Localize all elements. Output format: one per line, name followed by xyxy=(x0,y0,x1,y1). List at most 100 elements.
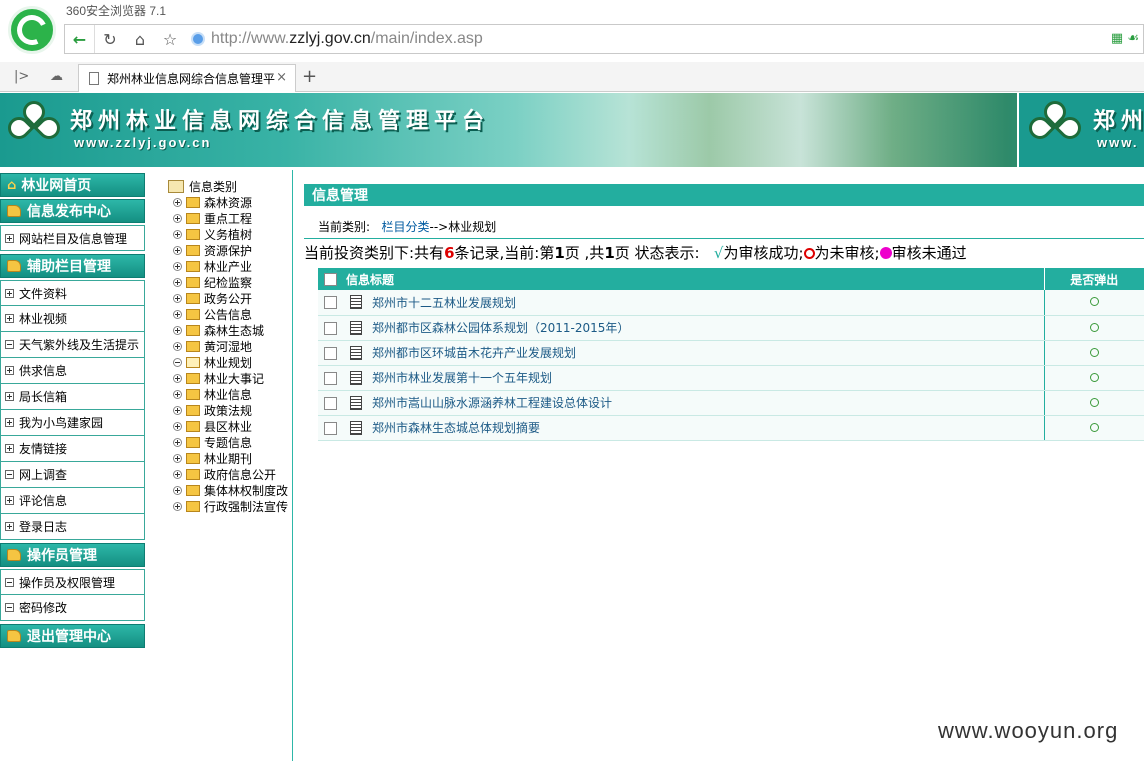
nav-item-birds[interactable]: 我为小鸟建家园 xyxy=(0,410,145,436)
tree-item[interactable]: 县区林业 xyxy=(168,418,292,434)
left-nav: ⌂ 林业网首页 信息发布中心 网站栏目及信息管理 辅助栏目管理 文件资料 林业视频… xyxy=(0,173,145,650)
tree-item[interactable]: 政务公开 xyxy=(168,290,292,306)
nav-item-password[interactable]: 密码修改 xyxy=(0,595,145,621)
select-all-checkbox[interactable] xyxy=(323,273,337,286)
dot-icon xyxy=(879,247,892,259)
tree-item[interactable]: 黄河湿地 xyxy=(168,338,292,354)
folder-icon xyxy=(186,260,200,272)
site-title: 郑州林业信息网综合信息管理平台 xyxy=(70,108,491,134)
tree-item[interactable]: 义务植树 xyxy=(168,226,292,242)
tree-item[interactable]: 公告信息 xyxy=(168,306,292,322)
tree-item[interactable]: 林业大事记 xyxy=(168,370,292,386)
browser-tab[interactable]: 郑州林业信息网综合信息管理平 × xyxy=(78,64,296,92)
row-checkbox[interactable] xyxy=(323,346,337,360)
refresh-icon[interactable]: ↻ xyxy=(95,25,125,53)
tree-item[interactable]: 森林生态城 xyxy=(168,322,292,338)
nav-item-mailbox[interactable]: 局长信箱 xyxy=(0,384,145,410)
cloud-icon[interactable]: ☁ xyxy=(50,69,63,84)
tree-item[interactable]: 森林资源 xyxy=(168,194,292,210)
popup-status-icon[interactable] xyxy=(1089,297,1099,307)
nav-item-weather[interactable]: 天气紫外线及生活提示 xyxy=(0,332,145,358)
row-checkbox[interactable] xyxy=(323,321,337,335)
row-checkbox[interactable] xyxy=(323,421,337,435)
nav-item-survey[interactable]: 网上调查 xyxy=(0,462,145,488)
tree-item[interactable]: 政府信息公开 xyxy=(168,466,292,482)
globe-icon xyxy=(191,32,205,46)
nav-item-comments[interactable]: 评论信息 xyxy=(0,488,145,514)
page-icon xyxy=(89,72,99,85)
info-title-link[interactable]: 郑州都市区环城苗木花卉产业发展规划 xyxy=(372,346,576,360)
site-logo-repeat xyxy=(1024,96,1086,159)
tree-item[interactable]: 重点工程 xyxy=(168,210,292,226)
nav-aux[interactable]: 辅助栏目管理 xyxy=(0,254,145,278)
table-row: 郑州市十二五林业发展规划 xyxy=(318,290,1144,316)
folder-icon xyxy=(186,212,200,224)
info-title-link[interactable]: 郑州市林业发展第十一个五年规划 xyxy=(372,371,552,385)
home-icon: ⌂ xyxy=(7,177,17,193)
crumb-link[interactable]: 栏目分类 xyxy=(382,220,430,234)
popup-status-icon[interactable] xyxy=(1089,347,1099,357)
folder-icon xyxy=(186,244,200,256)
back-arrow-icon[interactable]: ← xyxy=(65,25,95,53)
table-row: 郑州市嵩山山脉水源涵养林工程建设总体设计 xyxy=(318,390,1144,416)
popup-status-icon[interactable] xyxy=(1089,322,1099,332)
info-title-link[interactable]: 郑州都市区森林公园体系规划（2011-2015年） xyxy=(372,321,629,335)
folder-icon xyxy=(7,630,21,642)
table-row: 郑州都市区环城苗木花卉产业发展规划 xyxy=(318,340,1144,366)
nav-item-files[interactable]: 文件资料 xyxy=(0,280,145,306)
watermark: www.wooyun.org xyxy=(938,718,1119,743)
row-checkbox[interactable] xyxy=(323,371,337,385)
tree-item[interactable]: 政策法规 xyxy=(168,402,292,418)
nav-item-links[interactable]: 友情链接 xyxy=(0,436,145,462)
folder-icon xyxy=(186,276,200,288)
tree-item[interactable]: 行政强制法宣传 xyxy=(168,498,292,514)
tree-item[interactable]: 纪检监察 xyxy=(168,274,292,290)
popup-status-icon[interactable] xyxy=(1089,397,1099,407)
tree-item[interactable]: 资源保护 xyxy=(168,242,292,258)
nav-item-site-columns[interactable]: 网站栏目及信息管理 xyxy=(0,225,145,251)
nav-item-permissions[interactable]: 操作员及权限管理 xyxy=(0,569,145,595)
folder-icon xyxy=(186,420,200,432)
sidebar-toggle-icon[interactable]: |> xyxy=(14,69,29,84)
row-checkbox[interactable] xyxy=(323,396,337,410)
info-title-link[interactable]: 郑州市森林生态城总体规划摘要 xyxy=(372,421,540,435)
site-logo xyxy=(3,96,65,159)
address-bar: ← ↻ ⌂ ☆ http://www.zzlyj.gov.cn/main/ind… xyxy=(64,24,1144,54)
nav-info-release[interactable]: 信息发布中心 xyxy=(0,199,145,223)
site-url-repeat: www. xyxy=(1097,135,1139,150)
nav-item-video[interactable]: 林业视频 xyxy=(0,306,145,332)
folder-icon xyxy=(186,308,200,320)
info-title-link[interactable]: 郑州市嵩山山脉水源涵养林工程建设总体设计 xyxy=(372,396,612,410)
info-title-link[interactable]: 郑州市十二五林业发展规划 xyxy=(372,296,516,310)
document-icon xyxy=(350,345,362,360)
tree-item[interactable]: 林业产业 xyxy=(168,258,292,274)
row-checkbox[interactable] xyxy=(323,296,337,310)
browser-logo[interactable] xyxy=(8,6,56,54)
nav-item-supply[interactable]: 供求信息 xyxy=(0,358,145,384)
nav-logout[interactable]: 退出管理中心 xyxy=(0,624,145,648)
record-summary: 当前投资类别下:共有6条记录,当前:第1页 ,共1页 状态表示: √为审核成功;… xyxy=(304,244,967,262)
tree-item[interactable]: 林业期刊 xyxy=(168,450,292,466)
nav-home[interactable]: ⌂ 林业网首页 xyxy=(0,173,145,197)
tree-item[interactable]: 集体林权制度改 xyxy=(168,482,292,498)
nav-item-login-log[interactable]: 登录日志 xyxy=(0,514,145,540)
url-input[interactable]: http://www.zzlyj.gov.cn/main/index.asp xyxy=(211,30,483,48)
banner-repeat: 郑州 www. xyxy=(1017,93,1144,167)
popup-status-icon[interactable] xyxy=(1089,372,1099,382)
new-tab-icon[interactable]: + xyxy=(302,66,317,87)
category-tree: 信息类别 森林资源 重点工程 义务植树 资源保护 林业产业 纪检监察 政务公开 … xyxy=(168,178,292,514)
home-icon[interactable]: ⌂ xyxy=(125,25,155,53)
tree-item[interactable]: 林业信息 xyxy=(168,386,292,402)
qr-icon[interactable]: ▦ ☙ xyxy=(1111,31,1139,46)
site-title-repeat: 郑州 xyxy=(1093,108,1144,134)
document-icon xyxy=(350,320,362,335)
tree-item[interactable]: 专题信息 xyxy=(168,434,292,450)
tree-root[interactable]: 信息类别 xyxy=(168,178,292,194)
frame-divider[interactable] xyxy=(292,170,293,761)
popup-status-icon[interactable] xyxy=(1089,422,1099,432)
close-icon[interactable]: × xyxy=(276,70,287,85)
nav-operator[interactable]: 操作员管理 xyxy=(0,543,145,567)
info-table: 信息标题 是否弹出 郑州市十二五林业发展规划 郑州都市区森林公园体系规划（201… xyxy=(318,268,1144,441)
star-icon[interactable]: ☆ xyxy=(155,25,185,53)
tree-item-selected[interactable]: 林业规划 xyxy=(168,354,292,370)
